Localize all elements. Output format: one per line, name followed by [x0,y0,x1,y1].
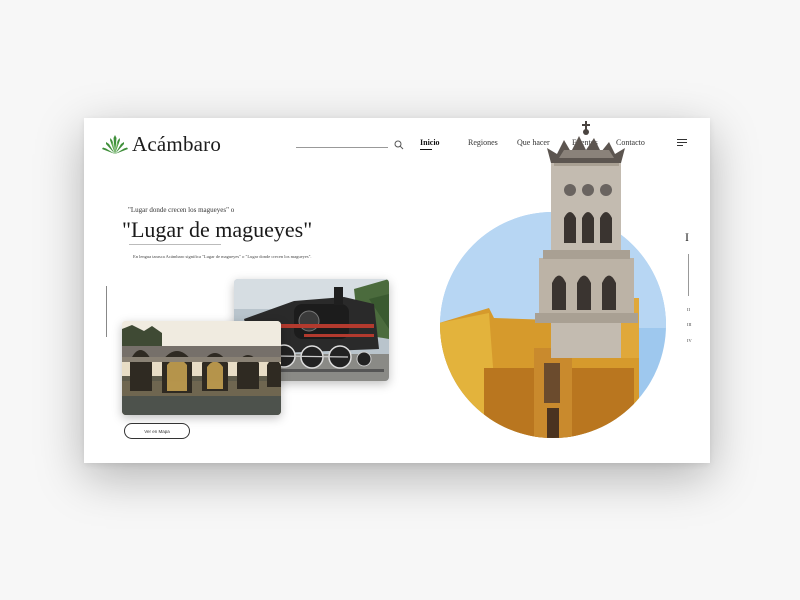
search-icon[interactable] [394,140,404,150]
hamburger-icon[interactable] [677,139,687,148]
hero-image [439,118,669,463]
main-card: Acámbaro Inicio Regiones Que hacer Event… [84,118,710,463]
agave-icon [102,134,128,154]
slide-item-3[interactable]: III [687,322,692,327]
search-input[interactable] [296,147,388,148]
active-indicator [420,149,432,150]
nav-label: Inicio [420,138,440,147]
brand-name: Acámbaro [132,132,222,156]
title-divider [129,244,221,245]
hero-pre-title: "Lugar donde crecen los magueyes" o [128,206,235,214]
hero-title: "Lugar de magueyes" [122,217,313,242]
hero-description: En lengua tarasca Acámbaro significa "Lu… [133,254,312,259]
slide-item-2[interactable]: II [687,307,690,312]
slide-item-4[interactable]: IV [687,338,692,343]
slide-current: I [685,230,689,244]
brand-logo[interactable]: Acámbaro [102,132,221,157]
slide-progress-bar [688,254,689,296]
search-box[interactable] [296,140,404,150]
nav-item-inicio[interactable]: Inicio [420,138,440,150]
view-map-button[interactable]: Ver en Mapa [124,423,190,439]
bridge-photo[interactable] [122,321,281,415]
vertical-divider [106,286,107,337]
